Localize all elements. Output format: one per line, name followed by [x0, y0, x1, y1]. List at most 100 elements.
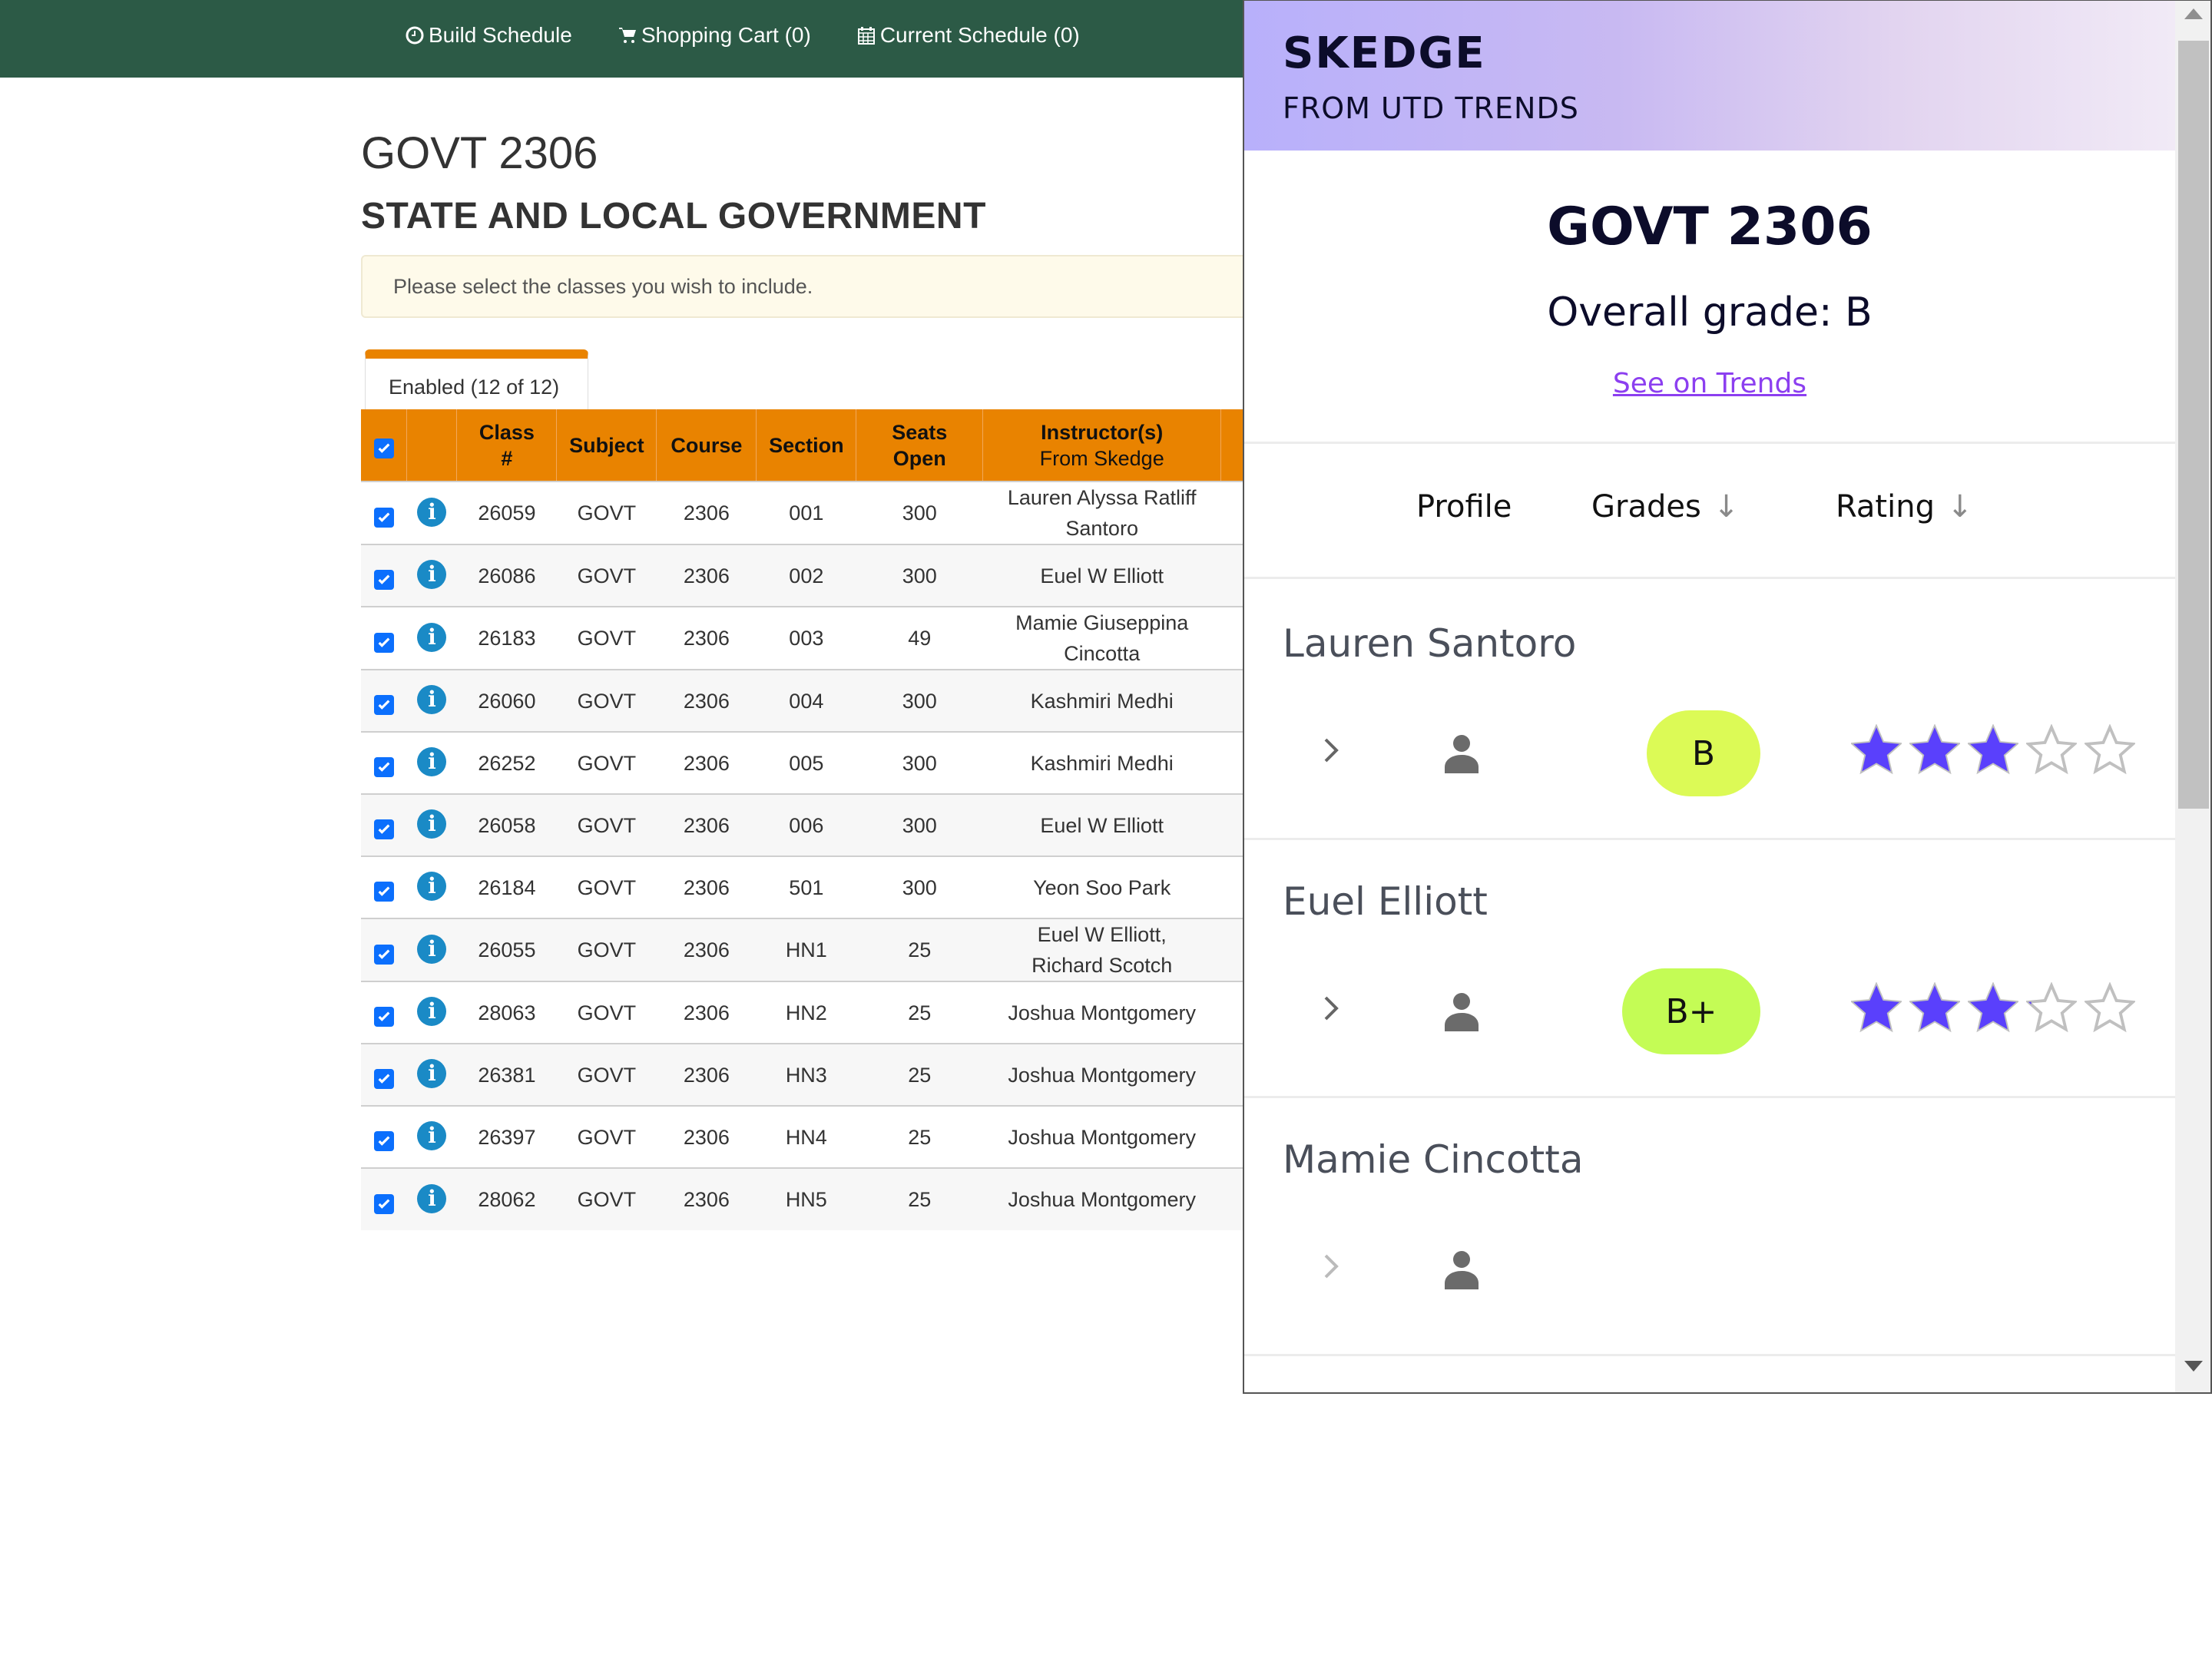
grade-badge: B — [1647, 710, 1760, 796]
popup-scrollbar[interactable] — [2175, 1, 2210, 1392]
cell-course: 2306 — [656, 544, 757, 607]
row-checkbox[interactable] — [373, 695, 394, 716]
info-icon[interactable]: i — [417, 872, 447, 902]
row-info-cell[interactable]: i — [406, 918, 457, 981]
cell-subject: GOVT — [556, 793, 657, 856]
row-select-cell[interactable] — [361, 1167, 407, 1230]
header-subject: Subject — [556, 409, 657, 482]
row-info-cell[interactable]: i — [406, 855, 457, 918]
row-checkbox[interactable] — [373, 632, 394, 653]
cell-class-num: 26381 — [456, 1043, 557, 1106]
cell-section: 001 — [756, 481, 856, 544]
nav-current-schedule[interactable]: Current Schedule (0) — [857, 23, 1080, 48]
row-info-cell[interactable]: i — [406, 669, 457, 732]
nav-shopping-cart[interactable]: Shopping Cart (0) — [618, 23, 811, 48]
cell-seats: 49 — [856, 606, 983, 670]
info-icon[interactable]: i — [417, 934, 447, 964]
info-icon[interactable]: i — [417, 560, 447, 590]
row-checkbox[interactable] — [373, 1131, 394, 1152]
info-icon[interactable]: i — [417, 1121, 447, 1151]
row-checkbox[interactable] — [373, 757, 394, 778]
info-icon[interactable]: i — [417, 997, 447, 1027]
info-icon[interactable]: i — [417, 497, 447, 527]
info-icon[interactable]: i — [417, 747, 447, 777]
cell-class-num: 26059 — [456, 481, 557, 544]
row-select-cell[interactable] — [361, 855, 407, 918]
arrow-down-icon: ↓ — [1713, 489, 1740, 525]
tab-enabled[interactable]: Enabled (12 of 12) — [365, 349, 588, 411]
cell-subject: GOVT — [556, 1043, 657, 1106]
row-info-cell[interactable]: i — [406, 731, 457, 794]
row-checkbox[interactable] — [373, 570, 394, 591]
check-icon — [378, 443, 390, 454]
nav-build-schedule-label: Build Schedule — [429, 23, 572, 47]
sort-profile-label: Profile — [1416, 489, 1512, 525]
cell-section: 501 — [756, 855, 856, 918]
person-icon[interactable] — [1440, 733, 1483, 773]
row-checkbox[interactable] — [373, 882, 394, 902]
row-select-cell[interactable] — [361, 669, 407, 732]
cell-section: HN4 — [756, 1105, 856, 1168]
chevron-right-icon[interactable] — [1320, 735, 1343, 766]
row-select-cell[interactable] — [361, 793, 407, 856]
row-select-cell[interactable] — [361, 1105, 407, 1168]
row-select-cell[interactable] — [361, 1043, 407, 1106]
row-checkbox[interactable] — [373, 507, 394, 528]
row-info-cell[interactable]: i — [406, 606, 457, 670]
sort-grades[interactable]: Grades ↓ — [1591, 489, 1739, 525]
cell-instructor: Joshua Montgomery — [982, 1105, 1221, 1168]
sort-rating-label: Rating — [1836, 489, 1935, 525]
row-select-cell[interactable] — [361, 481, 407, 544]
page-title: GOVT 2306 — [361, 128, 598, 178]
row-select-cell[interactable] — [361, 918, 407, 981]
calendar-icon — [857, 27, 875, 45]
row-info-cell[interactable]: i — [406, 1043, 457, 1106]
person-icon[interactable] — [1440, 1249, 1483, 1289]
header-seats-line1: Seats — [892, 420, 948, 444]
arrow-down-icon: ↓ — [1946, 489, 1973, 525]
cell-instructor: Euel W Elliott — [982, 544, 1221, 607]
row-select-cell[interactable] — [361, 981, 407, 1044]
nav-build-schedule[interactable]: Build Schedule — [406, 23, 572, 48]
sort-profile[interactable]: Profile — [1416, 489, 1512, 525]
star-filled-icon — [1909, 982, 1960, 1033]
person-icon[interactable] — [1440, 991, 1483, 1031]
see-on-trends-link[interactable]: See on Trends — [1613, 368, 1806, 399]
row-info-cell[interactable]: i — [406, 793, 457, 856]
star-filled-icon — [1968, 982, 2018, 1033]
row-checkbox[interactable] — [373, 944, 394, 965]
info-icon[interactable]: i — [417, 622, 447, 652]
row-checkbox[interactable] — [373, 1069, 394, 1090]
scroll-up-arrow-icon[interactable] — [2184, 8, 2203, 19]
row-info-cell[interactable]: i — [406, 981, 457, 1044]
chevron-right-icon[interactable] — [1320, 1251, 1343, 1282]
skedge-popup: SKEDGE FROM UTD TRENDS GOVT 2306 Overall… — [1243, 0, 2212, 1394]
row-info-cell[interactable]: i — [406, 1167, 457, 1230]
scroll-down-arrow-icon[interactable] — [2184, 1361, 2203, 1372]
row-checkbox[interactable] — [373, 1007, 394, 1028]
chevron-right-icon[interactable] — [1320, 993, 1343, 1024]
row-select-cell[interactable] — [361, 731, 407, 794]
info-icon[interactable]: i — [417, 809, 447, 839]
info-icon[interactable]: i — [417, 1059, 447, 1089]
select-all-checkbox[interactable] — [373, 438, 394, 459]
row-info-cell[interactable]: i — [406, 1105, 457, 1168]
row-checkbox[interactable] — [373, 819, 394, 840]
row-info-cell[interactable]: i — [406, 544, 457, 607]
row-select-cell[interactable] — [361, 606, 407, 670]
info-icon[interactable]: i — [417, 685, 447, 715]
sort-rating[interactable]: Rating ↓ — [1836, 489, 1972, 525]
cell-class-num: 26058 — [456, 793, 557, 856]
scrollbar-thumb[interactable] — [2178, 41, 2209, 809]
row-select-cell[interactable] — [361, 544, 407, 607]
header-select-all[interactable] — [361, 409, 408, 482]
info-icon[interactable]: i — [417, 1183, 447, 1213]
header-seats-line2: Open — [892, 446, 946, 470]
row-info-cell[interactable]: i — [406, 481, 457, 544]
cell-seats: 300 — [856, 855, 983, 918]
cell-section: HN1 — [756, 918, 856, 981]
row-checkbox[interactable] — [373, 1193, 394, 1214]
cell-course: 2306 — [656, 793, 757, 856]
cell-course: 2306 — [656, 1043, 757, 1106]
professor-card: Mamie Cincotta — [1244, 1097, 2175, 1355]
